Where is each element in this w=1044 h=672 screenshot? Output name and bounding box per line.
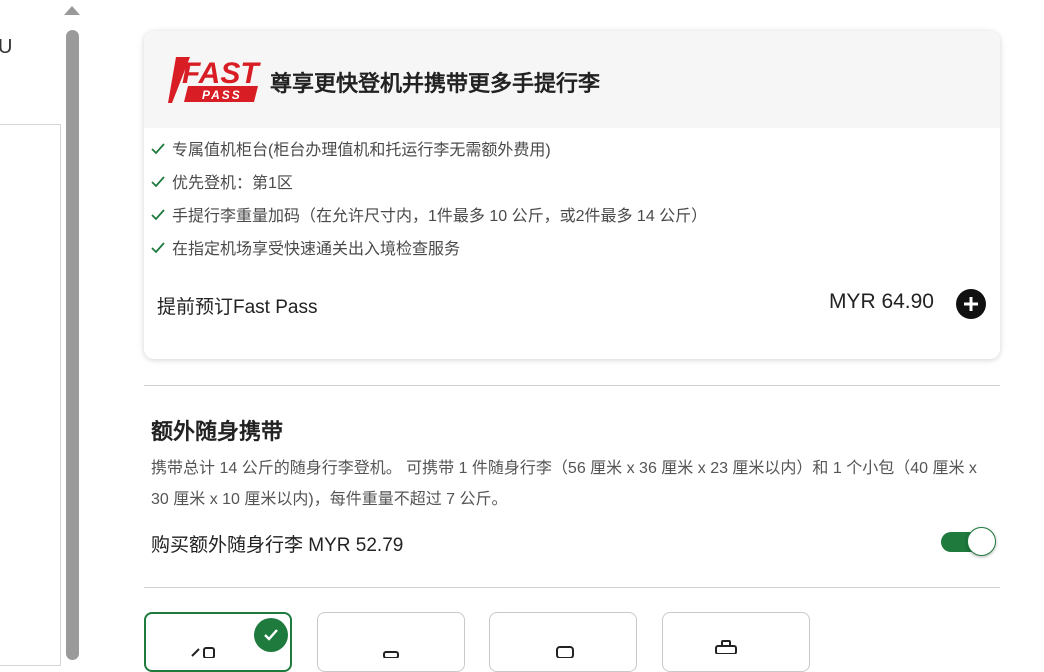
baggage-option-card[interactable] xyxy=(317,612,465,672)
add-fast-pass-button[interactable] xyxy=(956,289,986,319)
benefit-item: 在指定机场享受快速通关出入境检查服务 xyxy=(150,238,707,271)
check-icon xyxy=(151,176,165,188)
selected-check-icon xyxy=(254,618,288,652)
benefit-list: 专属值机柜台(柜台办理值机和托运行李无需额外费用) 优先登机：第1区 手提行李重… xyxy=(150,139,707,271)
extra-carry-on-title: 额外随身携带 xyxy=(151,419,284,444)
baggage-option-card[interactable] xyxy=(489,612,637,672)
luggage-icon xyxy=(383,651,399,658)
large-suitcase-icon xyxy=(715,640,737,654)
sidebar-partial-text: U xyxy=(0,36,13,58)
extra-carry-on-description: 携带总计 14 公斤的随身行李登机。 可携带 1 件随身行李（56 厘米 x 3… xyxy=(151,460,977,508)
benefit-text: 优先登机：第1区 xyxy=(172,175,293,192)
suitcase-icon xyxy=(556,646,574,658)
check-icon xyxy=(151,242,165,254)
svg-text:FAST: FAST xyxy=(182,57,261,90)
fast-pass-card: FAST PASS 尊享更快登机并携带更多手提行李 专属值机柜台(柜台办理值机和… xyxy=(144,31,1000,359)
sidebar-panel xyxy=(0,124,61,666)
carry-on-bag-icon xyxy=(191,647,215,658)
benefit-text: 手提行李重量加码（在允许尺寸内，1件最多 10 公斤，或2件最多 14 公斤） xyxy=(172,208,708,225)
fast-pass-title: 尊享更快登机并携带更多手提行李 xyxy=(270,71,601,96)
check-icon xyxy=(151,143,165,155)
section-divider xyxy=(144,385,1000,386)
plus-icon xyxy=(964,297,978,311)
scroll-up-arrow-icon[interactable] xyxy=(64,6,80,15)
svg-text:PASS: PASS xyxy=(202,88,242,102)
check-icon xyxy=(151,209,165,221)
benefit-item: 专属值机柜台(柜台办理值机和托运行李无需额外费用) xyxy=(150,139,707,172)
fast-pass-price: MYR 64.90 xyxy=(828,290,934,313)
toggle-knob xyxy=(967,527,996,556)
benefit-text: 在指定机场享受快速通关出入境检查服务 xyxy=(172,241,461,258)
section-divider xyxy=(144,587,1000,588)
fast-pass-logo: FAST PASS xyxy=(168,57,261,103)
scrollbar-thumb[interactable] xyxy=(66,30,79,660)
benefit-text: 专属值机柜台(柜台办理值机和托运行李无需额外费用) xyxy=(172,142,551,159)
extra-carry-on-toggle[interactable] xyxy=(940,527,997,557)
prebook-label: 提前预订Fast Pass xyxy=(157,297,318,318)
benefit-item: 优先登机：第1区 xyxy=(150,172,707,205)
benefit-item: 手提行李重量加码（在允许尺寸内，1件最多 10 公斤，或2件最多 14 公斤） xyxy=(150,205,707,238)
fast-pass-header: FAST PASS 尊享更快登机并携带更多手提行李 xyxy=(144,31,1000,128)
buy-extra-carry-on-label: 购买额外随身行李 MYR 52.79 xyxy=(151,535,404,556)
